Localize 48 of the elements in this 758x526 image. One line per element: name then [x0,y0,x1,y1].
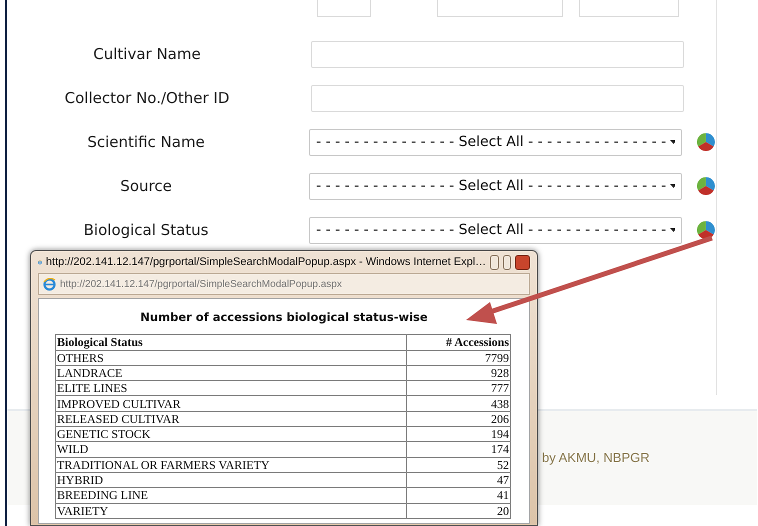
table-cell: 52 [406,457,510,472]
table-cell: WILD [56,442,406,458]
select-field[interactable]: - - - - - - - - - - - - - - - Select All - - - - - - - - - - - - - - - [309,172,682,200]
table-cell: ELITE LINES [56,380,406,396]
table-cell: VARIETY [56,503,406,518]
table-cell: LANDRACE [56,365,406,381]
table-cell: RELEASED CULTIVAR [56,411,406,427]
table-cell: 438 [406,396,510,412]
field-label: Cultivar Name [92,44,202,65]
select-field[interactable]: - - - - - - - - - - - - - - - Select All - - - - - - - - - - - - - - - [309,128,682,156]
table-cell: OTHERS [56,350,406,366]
field-label: Source [119,176,173,197]
field-label: Biological Status [82,220,210,241]
table-cell: 47 [406,472,510,488]
table-cell: TRADITIONAL OR FARMERS VARIETY [56,457,406,472]
pie-chart-icon[interactable] [696,132,716,152]
input-field[interactable] [311,84,684,112]
minimize-button[interactable] [490,254,499,270]
table-cell: 928 [406,365,510,381]
maximize-button[interactable] [502,254,512,270]
table-cell: 41 [406,488,510,504]
table-cell: 20 [406,503,510,518]
table-cell: GENETIC STOCK [56,426,406,442]
field-label: Collector No./Other ID [64,88,230,109]
pie-chart-icon[interactable] [696,220,716,240]
caret-icon [670,140,676,144]
table-cell: 777 [406,380,510,396]
table-heading: Number of accessions biological status-wise [139,309,429,326]
window-title: http://202.141.12.147/pgrportal/SimpleSearchModalPopup.aspx - Windows Internet Expl… [46,254,486,270]
column-header: # Accessions [406,334,510,350]
field-label: Scientific Name [86,132,206,153]
table-cell: 194 [406,426,510,442]
credit-text: by AKMU, NBPGR [542,449,650,468]
table-cell: HYBRID [56,472,406,488]
table-cell: 174 [406,442,510,458]
table-cell: 206 [406,411,510,427]
table-cell: IMPROVED CULTIVAR [56,396,406,412]
column-header: Biological Status [56,334,406,350]
input-field[interactable] [311,40,684,68]
caret-icon [670,184,676,188]
address-text: http://202.141.12.147/pgrportal/SimpleSearchModalPopup.aspx [60,278,343,292]
table-cell: BREEDING LINE [56,488,406,504]
caret-icon [670,228,676,232]
close-button[interactable] [515,254,530,270]
select-field[interactable]: - - - - - - - - - - - - - - - Select All - - - - - - - - - - - - - - - [309,216,682,244]
pie-chart-icon[interactable] [696,176,716,196]
browser-icon [43,278,56,290]
table-cell: 7799 [406,350,510,366]
